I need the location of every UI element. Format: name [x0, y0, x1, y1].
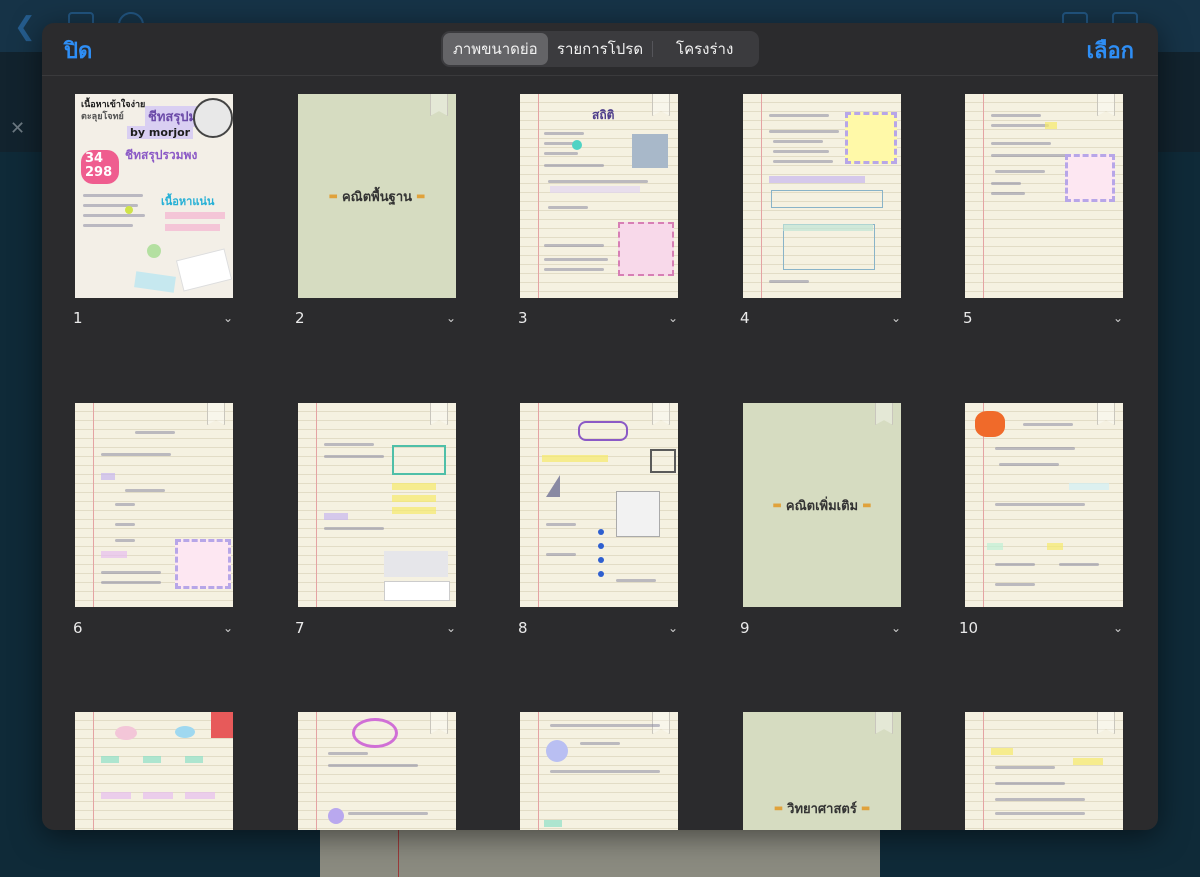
badge-number: 298 — [85, 165, 113, 180]
page-thumbnail[interactable]: เนื้อหาเข้าใจง่าย ตะลุยโจทย์ ชีทสรุปม.3 … — [75, 94, 233, 298]
page-thumbnail[interactable] — [520, 712, 678, 830]
sheep-sticker-icon — [193, 98, 233, 138]
page-thumbnail[interactable] — [965, 94, 1123, 298]
page-thumbnail[interactable]: ▬ วิทยาศาสตร์ ▬ — [743, 712, 901, 830]
page-number: 9 — [740, 619, 750, 637]
page-number: 6 — [73, 619, 83, 637]
page-heading: สถิติ — [592, 108, 615, 122]
chevron-down-icon[interactable]: ⌄ — [223, 311, 233, 325]
divider-label: คณิตเพิ่มเติม — [785, 498, 859, 514]
bookmark-icon[interactable] — [652, 94, 670, 116]
chevron-down-icon[interactable]: ⌄ — [1113, 621, 1123, 635]
bookmark-icon[interactable] — [652, 712, 670, 734]
bread-icon: ▬ — [328, 190, 338, 202]
tab-thumbnails[interactable]: ภาพขนาดย่อ — [443, 33, 548, 65]
chevron-down-icon[interactable]: ⌄ — [1113, 311, 1123, 325]
bread-icon: ▬ — [862, 499, 872, 511]
blob-sticker-icon — [975, 411, 1005, 437]
cover-tagline: เนื้อหาแน่น — [161, 195, 215, 208]
chevron-down-icon[interactable]: ⌄ — [446, 311, 456, 325]
cover-text: เนื้อหาเข้าใจง่าย — [81, 100, 146, 110]
page-number: 7 — [295, 619, 305, 637]
bookmark-icon[interactable] — [430, 712, 448, 734]
table — [650, 449, 676, 473]
note-box — [175, 539, 231, 589]
page-number: 5 — [963, 309, 973, 327]
back-chevron-icon: ❮ — [14, 12, 36, 42]
bread-icon: ▬ — [860, 802, 871, 814]
bookmark-icon[interactable] — [1097, 94, 1115, 116]
page-number: 3 — [518, 309, 528, 327]
divider-label: คณิตพื้นฐาน — [341, 189, 412, 205]
chevron-down-icon[interactable]: ⌄ — [668, 621, 678, 635]
page-thumbnail[interactable] — [965, 712, 1123, 830]
cover-author: by morjor — [127, 126, 194, 139]
bookmark-icon[interactable] — [207, 403, 225, 425]
tab-outline[interactable]: โครงร่าง — [652, 33, 757, 65]
page-thumbnail[interactable]: ▬ คณิตพื้นฐาน ▬ — [298, 94, 456, 298]
close-icon: ✕ — [10, 118, 26, 139]
chevron-down-icon[interactable]: ⌄ — [668, 311, 678, 325]
close-button[interactable]: ปิด — [64, 33, 92, 68]
cover-subtitle: ชีทสรุปรวมพง — [125, 148, 198, 162]
page-thumbnail[interactable] — [965, 403, 1123, 607]
divider-title: ▬ คณิตเพิ่มเติม ▬ — [743, 403, 901, 607]
divider-title: ▬ คณิตพื้นฐาน ▬ — [298, 94, 456, 298]
note-box — [392, 445, 446, 475]
page-number: 8 — [518, 619, 528, 637]
tab-favorites[interactable]: รายการโปรด — [548, 33, 653, 65]
table — [616, 491, 660, 537]
note-box — [618, 222, 674, 276]
page-thumbnail[interactable] — [75, 712, 233, 830]
thumbnail-grid: เนื้อหาเข้าใจง่าย ตะลุยโจทย์ ชีทสรุปม.3 … — [42, 76, 1158, 830]
chevron-down-icon[interactable]: ⌄ — [223, 621, 233, 635]
chevron-down-icon[interactable]: ⌄ — [446, 621, 456, 635]
page-thumbnail[interactable] — [520, 403, 678, 607]
page-number: 2 — [295, 309, 305, 327]
bookmark-icon[interactable] — [430, 403, 448, 425]
chevron-down-icon[interactable]: ⌄ — [891, 621, 901, 635]
page-number: 4 — [740, 309, 750, 327]
bread-icon: ▬ — [772, 499, 782, 511]
bookmark-icon[interactable] — [1097, 403, 1115, 425]
bread-icon: ▬ — [416, 190, 426, 202]
page-thumbnail[interactable] — [298, 403, 456, 607]
badge-number: 34 — [85, 151, 104, 166]
view-mode-segmented-control: ภาพขนาดย่อ รายการโปรด โครงร่าง — [441, 31, 759, 67]
bookmark-icon[interactable] — [211, 712, 233, 738]
image-figure — [384, 551, 448, 577]
bread-icon: ▬ — [773, 802, 784, 814]
image-figure — [632, 134, 668, 168]
table — [771, 190, 883, 208]
page-thumbnails-modal: ปิด ภาพขนาดย่อ รายการโปรด โครงร่าง เลือก… — [42, 23, 1158, 830]
chevron-down-icon[interactable]: ⌄ — [891, 311, 901, 325]
triangle-figure — [546, 475, 560, 497]
note-box — [845, 112, 897, 164]
page-thumbnail[interactable] — [75, 403, 233, 607]
page-thumbnail[interactable] — [743, 94, 901, 298]
divider-title: ▬ วิทยาศาสตร์ ▬ — [743, 712, 901, 830]
image-figure — [384, 581, 450, 601]
page-number: 10 — [959, 619, 979, 637]
page-heading — [578, 421, 628, 441]
page-thumbnail[interactable]: ▬ คณิตเพิ่มเติม ▬ — [743, 403, 901, 607]
page-thumbnail[interactable] — [298, 712, 456, 830]
bookmark-icon[interactable] — [1097, 712, 1115, 734]
modal-header: ปิด ภาพขนาดย่อ รายการโปรด โครงร่าง เลือก — [42, 23, 1158, 76]
divider-label: วิทยาศาสตร์ — [787, 801, 857, 817]
cover-text: ตะลุยโจทย์ — [81, 112, 124, 122]
bookmark-icon[interactable] — [652, 403, 670, 425]
select-button[interactable]: เลือก — [1086, 33, 1134, 68]
note-box — [1065, 154, 1115, 202]
page-number: 1 — [73, 309, 83, 327]
page-thumbnail[interactable]: สถิติ — [520, 94, 678, 298]
